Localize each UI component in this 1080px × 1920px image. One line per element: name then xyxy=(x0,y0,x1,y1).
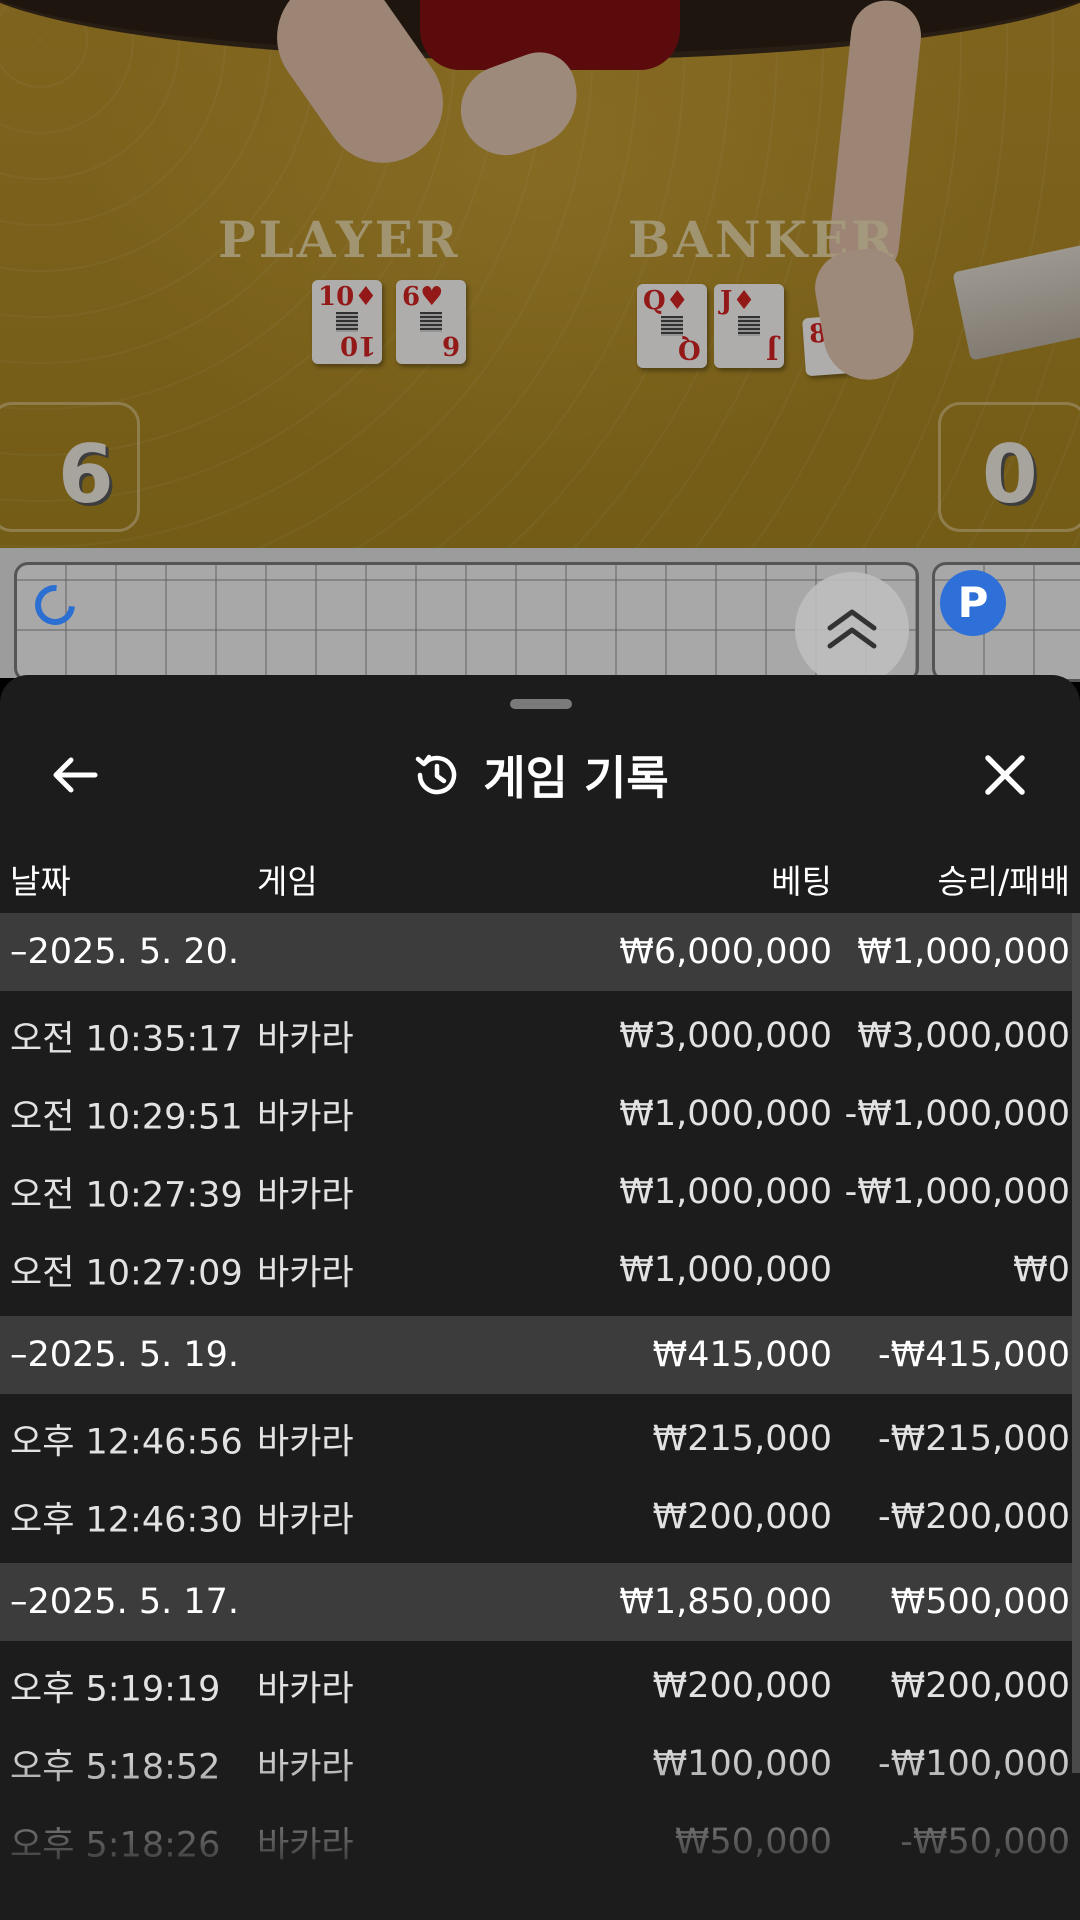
day-summary-row[interactable]: –2025. 5. 20. ₩6,000,000 ₩1,000,000 xyxy=(0,913,1080,991)
day-result-total: -₩415,000 xyxy=(878,1335,1070,1375)
row-result: ₩3,000,000 xyxy=(857,1016,1070,1056)
page-title: 게임 기록 xyxy=(483,751,669,805)
row-result: -₩1,000,000 xyxy=(844,1172,1070,1212)
row-bet: ₩1,000,000 xyxy=(619,1172,832,1212)
row-time: 오후 5:19:19 xyxy=(10,1669,221,1710)
row-time: 오전 10:27:09 xyxy=(10,1253,243,1294)
day-bet-total: ₩6,000,000 xyxy=(619,932,832,972)
row-game: 바카라 xyxy=(257,1175,354,1216)
row-game: 바카라 xyxy=(257,1825,354,1866)
row-time: 오후 12:46:30 xyxy=(10,1500,243,1541)
row-result: -₩100,000 xyxy=(878,1744,1070,1784)
row-time: 오전 10:29:51 xyxy=(10,1097,243,1138)
row-result: ₩0 xyxy=(1013,1250,1070,1290)
history-icon xyxy=(416,754,457,795)
sheet-title-group: 게임 기록 xyxy=(411,742,669,808)
sheet-drag-handle[interactable] xyxy=(510,699,572,709)
table-row[interactable]: 오전 10:27:09 바카라 ₩1,000,000 ₩0 xyxy=(0,1231,1080,1309)
row-bet: ₩215,000 xyxy=(652,1419,832,1459)
row-result: -₩50,000 xyxy=(900,1822,1070,1862)
table-row[interactable]: 오후 12:46:56 바카라 ₩215,000 -₩215,000 xyxy=(0,1400,1080,1478)
scrollbar[interactable] xyxy=(1072,913,1080,1773)
row-game: 바카라 xyxy=(257,1669,354,1710)
column-header-game: 게임 xyxy=(257,862,318,901)
roadmap-strip xyxy=(0,548,1080,682)
day-bet-total: ₩1,850,000 xyxy=(619,1582,832,1622)
bead-road-grid[interactable] xyxy=(14,562,919,682)
row-time: 오전 10:27:39 xyxy=(10,1175,243,1216)
day-date: –2025. 5. 20. xyxy=(10,932,240,972)
row-result: -₩215,000 xyxy=(878,1419,1070,1459)
table-row[interactable]: 오후 5:18:52 바카라 ₩100,000 -₩100,000 xyxy=(0,1725,1080,1803)
close-icon xyxy=(985,755,1025,795)
row-bet: ₩1,000,000 xyxy=(619,1250,832,1290)
column-header-date: 날짜 xyxy=(10,862,71,901)
video-dim-overlay xyxy=(0,0,1080,548)
row-time: 오전 10:35:17 xyxy=(10,1019,243,1060)
table-row[interactable]: 오전 10:35:17 바카라 ₩3,000,000 ₩3,000,000 xyxy=(0,997,1080,1075)
table-row[interactable]: 오후 12:46:30 바카라 ₩200,000 -₩200,000 xyxy=(0,1478,1080,1556)
row-bet: ₩100,000 xyxy=(652,1744,832,1784)
table-row[interactable]: 오후 5:19:19 바카라 ₩200,000 ₩200,000 xyxy=(0,1647,1080,1725)
row-game: 바카라 xyxy=(257,1747,354,1788)
close-button[interactable] xyxy=(970,745,1040,805)
column-header-result: 승리/패배 xyxy=(937,862,1070,901)
roadmap-ring-marker xyxy=(26,576,84,634)
row-bet: ₩3,000,000 xyxy=(619,1016,832,1056)
row-bet: ₩1,000,000 xyxy=(619,1094,832,1134)
row-time: 오후 5:18:52 xyxy=(10,1747,221,1788)
column-header-bet: 베팅 xyxy=(771,862,832,901)
row-time: 오후 12:46:56 xyxy=(10,1422,243,1463)
row-bet: ₩200,000 xyxy=(652,1666,832,1706)
day-result-total: ₩500,000 xyxy=(890,1582,1070,1622)
row-game: 바카라 xyxy=(257,1253,354,1294)
day-summary-row[interactable]: –2025. 5. 17. ₩1,850,000 ₩500,000 xyxy=(0,1563,1080,1641)
row-result: ₩200,000 xyxy=(890,1666,1070,1706)
table-header: 날짜 게임 베팅 승리/패배 xyxy=(0,845,1080,905)
table-row[interactable]: 오전 10:29:51 바카라 ₩1,000,000 -₩1,000,000 xyxy=(0,1075,1080,1153)
table-row[interactable]: 오후 5:18:26 바카라 ₩50,000 -₩50,000 xyxy=(0,1803,1080,1881)
row-result: -₩200,000 xyxy=(878,1497,1070,1537)
history-list[interactable]: –2025. 5. 20. ₩6,000,000 ₩1,000,000 오전 1… xyxy=(0,913,1080,1913)
live-video-feed: PLAYER BANKER 10♦ 10 6♥ 6 Q♦ Q J♦ J 8♦ 6… xyxy=(0,0,1080,548)
row-result: -₩1,000,000 xyxy=(844,1094,1070,1134)
sheet-header: 게임 기록 xyxy=(0,715,1080,835)
row-game: 바카라 xyxy=(257,1097,354,1138)
chevron-double-up-icon xyxy=(827,609,877,649)
day-bet-total: ₩415,000 xyxy=(652,1335,832,1375)
row-game: 바카라 xyxy=(257,1500,354,1541)
day-date: –2025. 5. 17. xyxy=(10,1582,240,1622)
row-time: 오후 5:18:26 xyxy=(10,1825,221,1866)
day-summary-row[interactable]: –2025. 5. 19. ₩415,000 -₩415,000 xyxy=(0,1316,1080,1394)
row-game: 바카라 xyxy=(257,1422,354,1463)
game-history-sheet: 게임 기록 날짜 게임 베팅 승리/패배 –2025. 5. 20. ₩6,00… xyxy=(0,675,1080,1920)
day-result-total: ₩1,000,000 xyxy=(857,932,1070,972)
row-bet: ₩50,000 xyxy=(674,1822,832,1862)
day-date: –2025. 5. 19. xyxy=(10,1335,240,1375)
row-game: 바카라 xyxy=(257,1019,354,1060)
expand-roadmap-button[interactable] xyxy=(795,572,909,686)
player-result-badge: P xyxy=(940,570,1006,636)
back-button[interactable] xyxy=(40,745,110,805)
table-row[interactable]: 오전 10:27:39 바카라 ₩1,000,000 -₩1,000,000 xyxy=(0,1153,1080,1231)
row-bet: ₩200,000 xyxy=(652,1497,832,1537)
arrow-left-icon xyxy=(53,757,98,793)
